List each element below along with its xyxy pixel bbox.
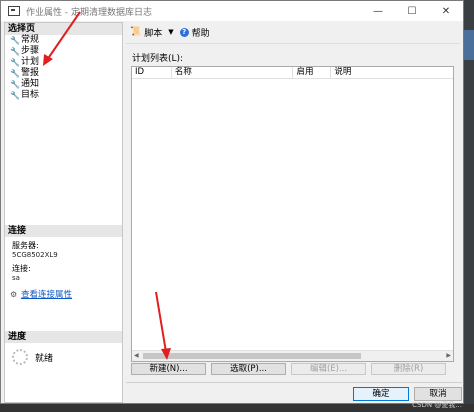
watermark: CSDN @愛我... bbox=[412, 401, 462, 409]
arrow-to-new-button-icon bbox=[155, 291, 171, 360]
arrow-to-schedules-icon bbox=[43, 11, 81, 66]
annotation-arrows bbox=[43, 11, 171, 360]
